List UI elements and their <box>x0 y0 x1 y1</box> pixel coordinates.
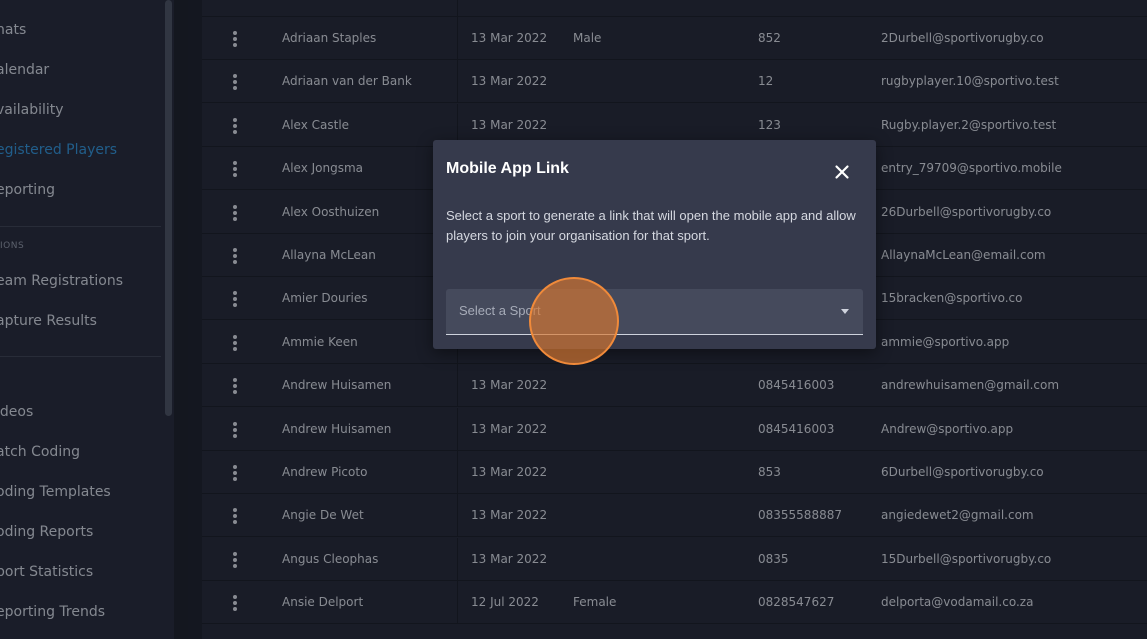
sport-select[interactable]: Select a Sport <box>446 289 863 335</box>
dialog-description: Select a sport to generate a link that w… <box>446 208 856 243</box>
chevron-down-icon <box>841 309 849 314</box>
click-indicator <box>529 277 619 365</box>
dialog-title: Mobile App Link <box>446 160 569 177</box>
mobile-app-link-dialog: Mobile App Link Select a sport to genera… <box>433 140 876 349</box>
close-icon[interactable] <box>832 162 852 182</box>
